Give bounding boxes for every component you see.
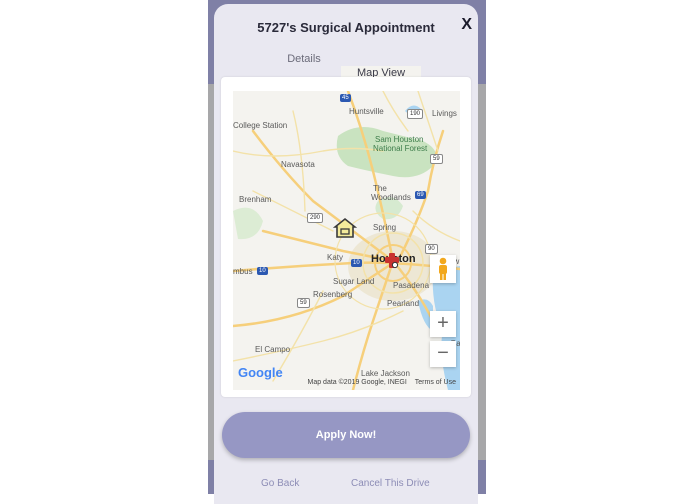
tab-details[interactable]: Details [270, 52, 338, 76]
highway-shield-us290: 290 [307, 213, 324, 223]
apply-now-button[interactable]: Apply Now! [222, 412, 470, 458]
map-label-pasadena: Pasadena [393, 281, 430, 290]
highway-shield-i10-west: 10 [257, 267, 268, 275]
home-marker-icon[interactable] [333, 217, 357, 239]
map-label-college-station: College Station [233, 121, 288, 130]
map-label-navasota: Navasota [281, 160, 315, 169]
map-data-credit: Map data ©2019 Google, INEGI [307, 379, 407, 386]
zoom-out-button[interactable]: − [430, 341, 456, 367]
map-label-sam-houston: Sam Houston [375, 135, 424, 144]
go-back-link[interactable]: Go Back [261, 478, 299, 489]
map-label-national-forest: National Forest [373, 144, 428, 153]
map-label-huntsville: Huntsville [349, 107, 384, 116]
map-label-brenham: Brenham [239, 195, 272, 204]
map-label-spring: Spring [373, 223, 397, 232]
highway-shield-us90: 90 [425, 244, 438, 254]
google-logo: Google [238, 365, 283, 380]
map-label-katy: Katy [327, 253, 344, 262]
map-card: Huntsville Livings College Station Sam H… [221, 77, 471, 397]
highway-shield-i45: 45 [340, 94, 351, 102]
street-view-pegman-button[interactable] [430, 255, 456, 283]
map-label-woodlands: Woodlands [371, 193, 411, 202]
google-logo-text: Google [238, 365, 283, 380]
highway-shield-i10-east: 10 [351, 259, 362, 267]
map-label-mbus: mbus [233, 267, 253, 276]
highway-shield-i69: 69 [415, 191, 426, 199]
terms-of-use-link[interactable]: Terms of Use [415, 379, 456, 386]
tab-bar: Details Map View [214, 52, 478, 367]
map-attribution: Map data ©2019 Google, INEGI Terms of Us… [301, 379, 456, 386]
map-label-lake-jackson: Lake Jackson [361, 369, 410, 378]
highway-shield-us59b: 59 [297, 298, 310, 308]
map-label-sugar-land: Sugar Land [333, 277, 375, 286]
close-icon[interactable]: X [461, 16, 472, 34]
highway-shield-us190: 190 [407, 109, 424, 119]
hospital-marker-icon[interactable] [384, 252, 400, 270]
map-label-pearland: Pearland [387, 299, 420, 308]
map-label-rosenberg: Rosenberg [313, 290, 353, 299]
map-label-el-campo: El Campo [255, 345, 291, 354]
modal-title: 5727's Surgical Appointment [257, 20, 435, 35]
map-label-livings: Livings [432, 109, 457, 118]
map-label-the: The [373, 184, 387, 193]
appointment-modal: 5727's Surgical Appointment X Details Ma… [214, 4, 478, 504]
zoom-in-button[interactable]: + [430, 311, 456, 337]
cancel-drive-link[interactable]: Cancel This Drive [351, 478, 430, 489]
highway-shield-us59: 59 [430, 154, 443, 164]
map-view[interactable]: Huntsville Livings College Station Sam H… [233, 91, 460, 390]
pegman-icon [439, 257, 447, 280]
